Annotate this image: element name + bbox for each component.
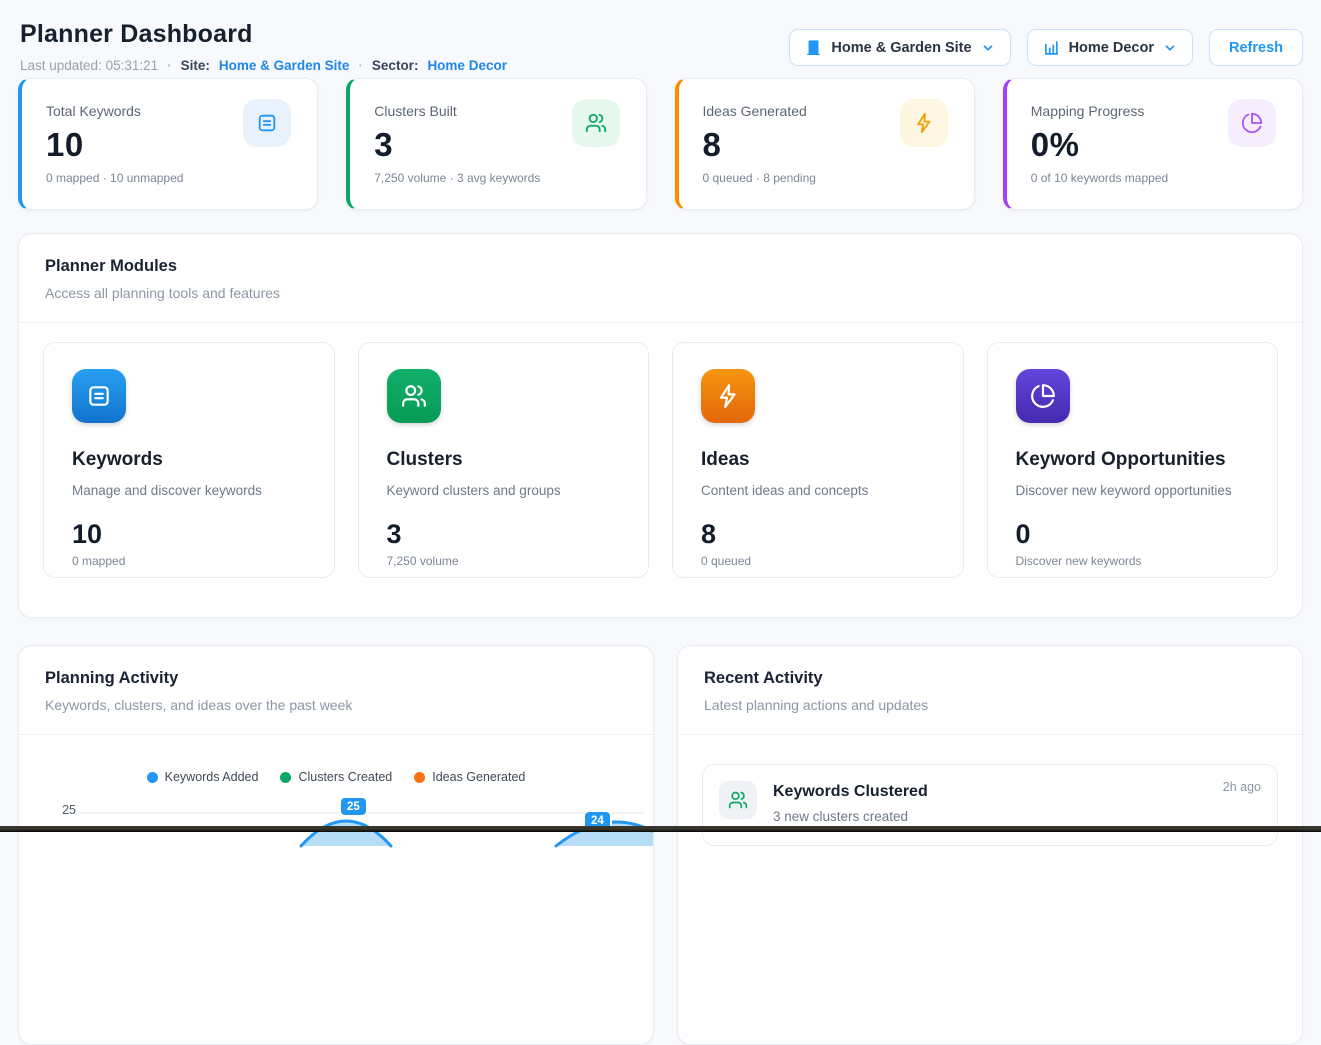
chevron-down-icon [1163, 41, 1177, 55]
header-meta: Last updated: 05:31:21 · Site: Home & Ga… [20, 58, 507, 73]
modules-panel-title: Planner Modules [45, 257, 1276, 276]
pie-chart-icon [1016, 369, 1070, 423]
stat-card-clusters-built: Clusters Built 3 7,250 volume · 3 avg ke… [346, 78, 646, 210]
pie-chart-icon [1228, 99, 1276, 147]
site-label: Site: [181, 58, 210, 73]
site-selector-button[interactable]: Home & Garden Site [789, 29, 1010, 66]
module-title: Keyword Opportunities [1016, 449, 1250, 471]
zap-icon [900, 99, 948, 147]
stat-card-mapping-progress: Mapping Progress 0% 0 of 10 keywords map… [1003, 78, 1303, 210]
activity-item-description: 3 new clusters created [773, 809, 928, 824]
module-value: 0 [1016, 519, 1250, 550]
activity-panel-head: Planning Activity Keywords, clusters, an… [19, 646, 653, 713]
sector-selector-label: Home Decor [1069, 40, 1154, 56]
stat-card-ideas-generated: Ideas Generated 8 0 queued · 8 pending [675, 78, 975, 210]
refresh-button[interactable]: Refresh [1209, 29, 1303, 66]
legend-item-ideas-generated[interactable]: Ideas Generated [414, 770, 525, 784]
data-point-badge: 25 [341, 798, 366, 815]
area-chart [19, 786, 654, 1045]
sector-link[interactable]: Home Decor [427, 58, 507, 73]
meta-separator: · [167, 58, 172, 73]
legend-label: Ideas Generated [432, 770, 525, 784]
site-link[interactable]: Home & Garden Site [219, 58, 350, 73]
planner-modules-panel: Planner Modules Access all planning tool… [18, 233, 1303, 618]
users-icon [719, 781, 757, 819]
last-updated-text: Last updated: 05:31:21 [20, 58, 158, 73]
legend-dot-icon [414, 772, 425, 783]
recent-panel-subtitle: Latest planning actions and updates [704, 697, 1276, 713]
sector-label: Sector: [372, 58, 419, 73]
users-icon [572, 99, 620, 147]
sector-selector-button[interactable]: Home Decor [1027, 29, 1193, 66]
recent-activity-panel: Recent Activity Latest planning actions … [677, 645, 1303, 1045]
stat-detail: 7,250 volume · 3 avg keywords [374, 171, 623, 185]
screen-edge-artifact [0, 826, 1321, 832]
file-text-icon [243, 99, 291, 147]
module-description: Keyword clusters and groups [387, 483, 621, 498]
legend-item-keywords-added[interactable]: Keywords Added [147, 770, 259, 784]
module-title: Keywords [72, 449, 306, 471]
divider [678, 734, 1302, 735]
planning-activity-panel: Planning Activity Keywords, clusters, an… [18, 645, 654, 1045]
module-description: Discover new keyword opportunities [1016, 483, 1250, 498]
module-detail: 0 queued [701, 554, 935, 568]
activity-panel-title: Planning Activity [45, 669, 627, 688]
legend-dot-icon [280, 772, 291, 783]
stat-card-total-keywords: Total Keywords 10 0 mapped · 10 unmapped [18, 78, 318, 210]
building-icon [805, 39, 822, 56]
legend-dot-icon [147, 772, 158, 783]
stat-detail: 0 of 10 keywords mapped [1031, 171, 1280, 185]
refresh-label: Refresh [1229, 40, 1283, 56]
legend-item-clusters-created[interactable]: Clusters Created [280, 770, 392, 784]
modules-grid: Keywords Manage and discover keywords 10… [19, 323, 1302, 578]
module-card-clusters[interactable]: Clusters Keyword clusters and groups 3 7… [358, 342, 650, 578]
stats-row: Total Keywords 10 0 mapped · 10 unmapped… [18, 78, 1303, 210]
activity-item-title: Keywords Clustered [773, 783, 928, 801]
chevron-down-icon [981, 41, 995, 55]
module-value: 3 [387, 519, 621, 550]
legend-label: Keywords Added [165, 770, 259, 784]
module-title: Ideas [701, 449, 935, 471]
header-controls: Home & Garden Site Home Decor Refresh [789, 29, 1303, 66]
activity-list-item[interactable]: Keywords Clustered 3 new clusters create… [702, 764, 1278, 846]
meta-separator: · [358, 58, 363, 73]
module-value: 10 [72, 519, 306, 550]
bar-chart-icon [1043, 39, 1060, 56]
page-title: Planner Dashboard [20, 20, 253, 49]
modules-panel-head: Planner Modules Access all planning tool… [19, 234, 1302, 301]
module-card-keyword-opportunities[interactable]: Keyword Opportunities Discover new keywo… [987, 342, 1279, 578]
activity-panel-subtitle: Keywords, clusters, and ideas over the p… [45, 697, 627, 713]
legend-label: Clusters Created [298, 770, 392, 784]
site-selector-label: Home & Garden Site [831, 40, 971, 56]
recent-panel-head: Recent Activity Latest planning actions … [678, 646, 1302, 713]
module-description: Manage and discover keywords [72, 483, 306, 498]
stat-detail: 0 mapped · 10 unmapped [46, 171, 295, 185]
chart-legend: Keywords Added Clusters Created Ideas Ge… [19, 770, 653, 784]
module-value: 8 [701, 519, 935, 550]
activity-item-timestamp: 2h ago [1223, 780, 1261, 794]
module-card-ideas[interactable]: Ideas Content ideas and concepts 8 0 que… [672, 342, 964, 578]
module-description: Content ideas and concepts [701, 483, 935, 498]
modules-panel-subtitle: Access all planning tools and features [45, 285, 1276, 301]
file-text-icon [72, 369, 126, 423]
zap-icon [701, 369, 755, 423]
recent-panel-title: Recent Activity [704, 669, 1276, 688]
stat-detail: 0 queued · 8 pending [703, 171, 952, 185]
users-icon [387, 369, 441, 423]
module-title: Clusters [387, 449, 621, 471]
divider [19, 734, 653, 735]
module-detail: 0 mapped [72, 554, 306, 568]
activity-item-body: Keywords Clustered 3 new clusters create… [773, 781, 928, 829]
module-detail: Discover new keywords [1016, 554, 1250, 568]
module-detail: 7,250 volume [387, 554, 621, 568]
module-card-keywords[interactable]: Keywords Manage and discover keywords 10… [43, 342, 335, 578]
